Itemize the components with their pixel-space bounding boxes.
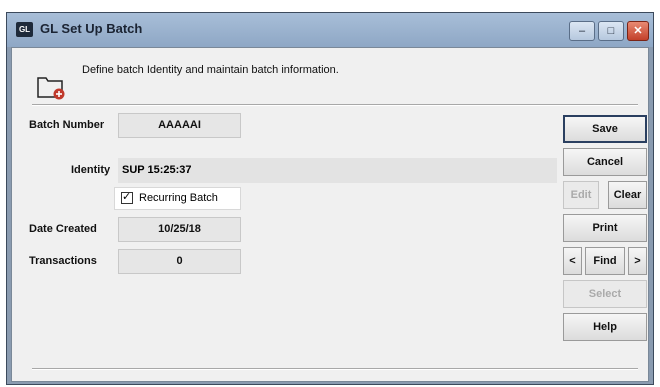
edit-button[interactable]: Edit [563, 181, 599, 209]
header-description: Define batch Identity and maintain batch… [82, 64, 339, 76]
app-badge-icon: GL [16, 22, 33, 37]
date-created-label: Date Created [29, 223, 97, 235]
date-created-field[interactable]: 10/25/18 [118, 217, 241, 242]
transactions-label: Transactions [29, 255, 97, 267]
recurring-batch-label: Recurring Batch [139, 192, 218, 204]
identity-field[interactable]: SUP 15:25:37 [118, 158, 557, 183]
identity-label: Identity [71, 164, 111, 176]
minimize-button[interactable]: – [569, 21, 595, 41]
close-button[interactable]: ✕ [627, 21, 649, 41]
maximize-button[interactable]: □ [598, 21, 624, 41]
clear-button[interactable]: Clear [608, 181, 647, 209]
window-title: GL Set Up Batch [40, 21, 143, 36]
cancel-button[interactable]: Cancel [563, 148, 647, 176]
checkbox-box[interactable]: ✓ [121, 191, 133, 204]
next-button[interactable]: > [628, 247, 647, 275]
footer-divider [32, 368, 638, 370]
batch-number-label: Batch Number [29, 119, 105, 131]
select-button[interactable]: Select [563, 280, 647, 308]
batch-number-field[interactable]: AAAAAI [118, 113, 241, 138]
transactions-field[interactable]: 0 [118, 249, 241, 274]
dialog-body: Define batch Identity and maintain batch… [11, 47, 649, 382]
minimize-icon: – [578, 25, 586, 37]
title-bar[interactable]: GL GL Set Up Batch – □ ✕ [7, 13, 653, 47]
checkmark-icon: ✓ [122, 191, 132, 203]
print-button[interactable]: Print [563, 214, 647, 242]
find-button[interactable]: Find [585, 247, 625, 275]
close-icon: ✕ [633, 25, 643, 37]
gl-set-up-batch-window: GL GL Set Up Batch – □ ✕ Define batch Id… [6, 12, 654, 385]
folder-add-icon [37, 77, 65, 100]
header-divider [32, 104, 638, 106]
recurring-batch-checkbox[interactable]: ✓ Recurring Batch [114, 187, 241, 210]
prev-button[interactable]: < [563, 247, 582, 275]
maximize-icon: □ [607, 25, 615, 37]
save-button[interactable]: Save [563, 115, 647, 143]
help-button[interactable]: Help [563, 313, 647, 341]
